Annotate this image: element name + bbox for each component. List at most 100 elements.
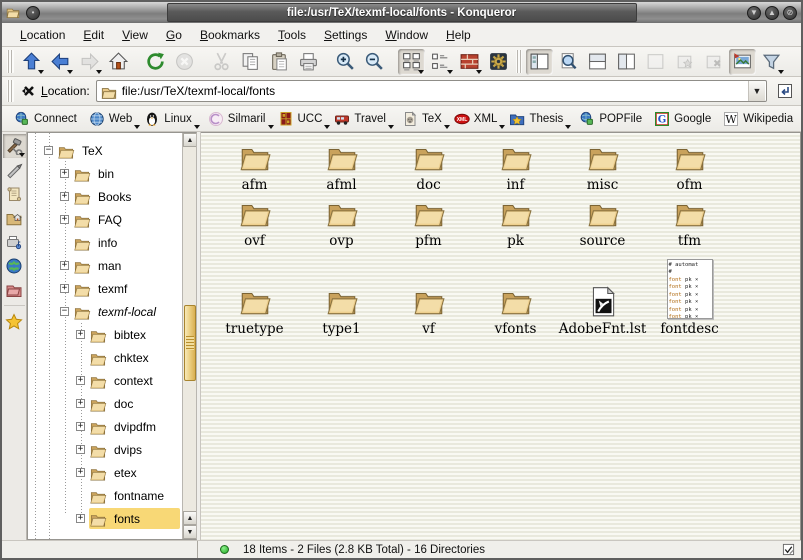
clear-location-icon[interactable] [21,83,37,99]
dropdown-arrow-icon[interactable] [565,125,571,129]
find-file-button[interactable] [555,49,582,75]
folder-item-truetype[interactable]: truetype [211,251,298,339]
maximize-button[interactable]: ▲ [765,6,779,20]
folder-icon-view[interactable]: afm afml doc inf misc ofm ovf ovp pfm pk… [201,132,801,540]
reload-button[interactable] [142,49,169,75]
tree-expander-plus-icon[interactable]: + [76,330,85,339]
folder-item-ofm[interactable]: ofm [646,137,733,195]
tab-close-button[interactable] [700,49,727,75]
folder-item-afml[interactable]: afml [298,137,385,195]
stop-button[interactable] [171,49,198,75]
tree-item-bibtex[interactable]: + bibtex [28,323,182,346]
sidebar-tab-root-folder[interactable] [3,278,26,302]
dropdown-arrow-icon[interactable] [67,70,73,74]
zoom-in-button[interactable] [332,49,359,75]
scrollbar-thumb[interactable] [184,305,196,381]
bookmark-silmaril[interactable]: Silmaril [204,109,274,129]
tree-expander-plus-icon[interactable]: + [76,445,85,454]
menu-bookmarks[interactable]: Bookmarks [192,25,268,45]
folder-item-misc[interactable]: misc [559,137,646,195]
scroll-up-button[interactable]: ▲ [183,133,197,147]
sidebar-panel-button[interactable] [526,49,553,75]
sidebar-tab-services[interactable] [3,230,26,254]
sidebar-tab-history-scroll[interactable] [3,182,26,206]
dropdown-arrow-icon[interactable] [778,70,784,74]
tree-item-doc[interactable]: + doc [28,392,182,415]
dropdown-arrow-icon[interactable] [476,70,482,74]
print-button[interactable] [295,49,322,75]
tree-item-dvips[interactable]: + dvips [28,438,182,461]
checkmark-page-icon[interactable] [782,543,795,556]
bookmark-connect[interactable]: Connect [10,109,85,129]
gear-button[interactable] [485,49,512,75]
location-toolbar-handle[interactable] [7,80,14,102]
folder-item-pfm[interactable]: pfm [385,195,472,251]
location-combobox[interactable]: ▼ [96,80,767,102]
icon-view-button[interactable] [398,49,425,75]
up-arrow-button[interactable] [18,49,45,75]
menu-settings[interactable]: Settings [316,25,375,45]
folder-item-ovf[interactable]: ovf [211,195,298,251]
tree-expander-plus-icon[interactable]: + [76,376,85,385]
split-vertical-button[interactable] [613,49,640,75]
tree-item-context[interactable]: + context [28,369,182,392]
tree-expander-plus-icon[interactable]: + [76,514,85,523]
menu-location[interactable]: Location [12,25,73,45]
toolbar-drag-handle[interactable] [7,50,14,73]
folder-item-afm[interactable]: afm [211,137,298,195]
dropdown-arrow-icon[interactable] [194,125,200,129]
menu-window[interactable]: Window [377,25,436,45]
bookmark-web[interactable]: Web [85,109,140,129]
menu-tools[interactable]: Tools [270,25,314,45]
dropdown-arrow-icon[interactable] [38,70,44,74]
tree-item-texmf-local[interactable]: − texmf-local [28,300,182,323]
tree-expander-plus-icon[interactable]: + [76,399,85,408]
tree-item-info[interactable]: info [28,231,182,254]
thumbnails-button[interactable] [729,49,756,75]
scroll-down-button[interactable]: ▼ [183,525,197,539]
folder-item-vf[interactable]: vf [385,251,472,339]
split-horizontal-button[interactable] [584,49,611,75]
forward-arrow-button[interactable] [76,49,103,75]
bricks-button[interactable] [456,49,483,75]
folder-item-vfonts[interactable]: vfonts [472,251,559,339]
bookmark-tex[interactable]: TeX [398,109,450,129]
zoom-out-button[interactable] [361,49,388,75]
tree-item-texmf[interactable]: + texmf [28,277,182,300]
dropdown-arrow-icon[interactable] [388,125,394,129]
dropdown-arrow-icon[interactable] [96,70,102,74]
bookmark-ucc[interactable]: UCC [274,109,331,129]
home-button[interactable] [105,49,132,75]
folder-item-tfm[interactable]: tfm [646,195,733,251]
sidebar-tab-pen[interactable] [3,158,26,182]
dropdown-arrow-icon[interactable] [418,70,424,74]
tree-scrollbar[interactable]: ▲ ▲ ▼ [182,133,196,539]
tree-item-chktex[interactable]: chktex [28,346,182,369]
tree-item-etex[interactable]: + etex [28,461,182,484]
tree-expander-plus-icon[interactable]: + [76,468,85,477]
file-item-adobefnt.lst[interactable]: AdobeFnt.lst [559,251,646,339]
tree-expander-plus-icon[interactable]: + [76,422,85,431]
tree-item-dvipdfm[interactable]: + dvipdfm [28,415,182,438]
tree-expander-minus-icon[interactable]: − [44,146,53,155]
bookmark-popfile[interactable]: POPFile [575,109,650,129]
bookmark-google[interactable]: GGoogle [650,109,719,129]
go-button[interactable] [773,79,797,103]
menu-view[interactable]: View [114,25,156,45]
menu-go[interactable]: Go [158,25,190,45]
tree-item-faq[interactable]: + FAQ [28,208,182,231]
menu-help[interactable]: Help [438,25,479,45]
scroll-up-button-2[interactable]: ▲ [183,511,197,525]
bookmark-wikipedia[interactable]: WWikipedia [719,109,801,129]
folder-item-source[interactable]: source [559,195,646,251]
close-view-button[interactable] [642,49,669,75]
folder-item-doc[interactable]: doc [385,137,472,195]
tree-expander-minus-icon[interactable]: − [60,307,69,316]
folder-item-pk[interactable]: pk [472,195,559,251]
window-menu-button[interactable]: • [26,6,40,20]
location-dropdown-arrow[interactable]: ▼ [748,81,765,101]
tree-item-fontname[interactable]: fontname [28,484,182,507]
sidebar-tab-network-globe[interactable] [3,254,26,278]
paste-button[interactable] [266,49,293,75]
dropdown-arrow-icon[interactable] [447,70,453,74]
